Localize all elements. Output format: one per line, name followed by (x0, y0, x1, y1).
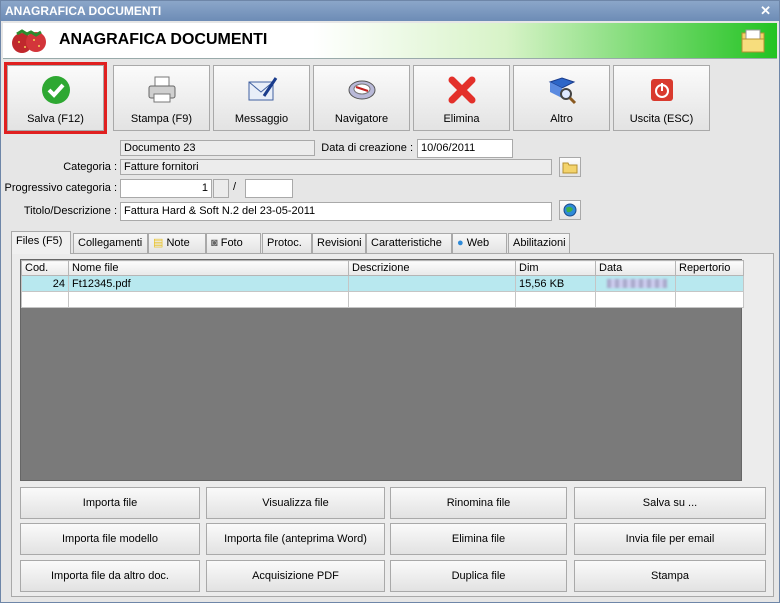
book-search-icon (548, 77, 576, 105)
exit-label: Uscita (ESC) (629, 113, 694, 125)
column-header-descrizione[interactable]: Descrizione (348, 260, 516, 276)
column-header-data[interactable]: Data (595, 260, 676, 276)
grid-header-row: Cod. Nome file Descrizione Dim Data Repe… (21, 260, 744, 276)
title-description-field[interactable]: Fattura Hard & Soft N.2 del 23-05-2011 (120, 202, 552, 221)
tab-foto[interactable]: ◙ Foto (206, 233, 261, 253)
folder-open-icon (562, 162, 578, 174)
files-grid: Cod. Nome file Descrizione Dim Data Repe… (20, 259, 744, 481)
globe-link-button[interactable] (559, 200, 581, 220)
globe-icon: ● (457, 237, 464, 249)
save-label: Salva (F12) (27, 113, 84, 125)
globe-icon (563, 203, 577, 217)
print-button[interactable]: Stampa (F9) (113, 65, 210, 131)
empty-cell[interactable] (21, 291, 69, 308)
column-header-cod[interactable]: Cod. (21, 260, 69, 276)
document-name-field: Documento 23 (120, 140, 315, 156)
empty-cell[interactable] (515, 291, 596, 308)
tab-web[interactable]: ● Web (452, 233, 507, 253)
print-file-button[interactable]: Stampa (574, 560, 766, 592)
acquire-pdf-button[interactable]: Acquisizione PDF (206, 560, 385, 592)
close-icon[interactable]: ✕ (760, 1, 771, 21)
tab-abilitazioni[interactable]: Abilitazioni (508, 233, 570, 253)
progressive-separator: / (233, 181, 237, 193)
creation-date-label: Data di creazione : (321, 142, 413, 154)
strawberry-logo-icon (12, 29, 46, 53)
files-panel: Cod. Nome file Descrizione Dim Data Repe… (11, 253, 774, 597)
message-label: Messaggio (234, 113, 289, 125)
printer-icon (148, 76, 175, 103)
cell-repertorio[interactable] (675, 275, 744, 292)
title-bar: ANAGRAFICA DOCUMENTI ✕ (1, 1, 779, 21)
delete-label: Elimina (443, 113, 480, 125)
folder-icon (741, 29, 765, 53)
tab-note[interactable]: ▤ Note (148, 233, 206, 253)
column-header-repertorio[interactable]: Repertorio (675, 260, 744, 276)
tab-foto-label: Foto (220, 237, 243, 249)
progressive-total-field[interactable] (245, 179, 293, 198)
tab-note-label: Note (166, 237, 190, 249)
page-title: ANAGRAFICA DOCUMENTI (59, 31, 268, 48)
category-label: Categoria : (63, 161, 117, 173)
toolbar: Salva (F12) Stampa (F9) Messaggio Naviga… (1, 62, 780, 134)
import-template-button[interactable]: Importa file modello (20, 523, 200, 555)
tab-revisioni[interactable]: Revisioni (312, 233, 366, 253)
duplicate-file-button[interactable]: Duplica file (390, 560, 567, 592)
navigator-label: Navigatore (334, 113, 389, 125)
empty-cell[interactable] (348, 291, 516, 308)
tab-files[interactable]: Files (F5) (11, 231, 71, 254)
delete-icon (448, 76, 475, 104)
save-to-button[interactable]: Salva su ... (574, 487, 766, 519)
progressive-category-label: Progressivo categoria : (4, 182, 118, 194)
window-title: ANAGRAFICA DOCUMENTI (5, 4, 162, 18)
exit-icon (650, 79, 673, 101)
table-row-empty[interactable] (21, 291, 744, 308)
camera-icon: ◙ (211, 237, 218, 249)
column-header-nome-file[interactable]: Nome file (68, 260, 349, 276)
empty-cell[interactable] (595, 291, 676, 308)
main-window: ANAGRAFICA DOCUMENTI ✕ ANAGRAFICA DOCUME… (0, 0, 780, 603)
category-folder-button[interactable] (559, 157, 581, 177)
more-label: Altro (550, 113, 573, 125)
message-button[interactable]: Messaggio (213, 65, 310, 131)
header-banner: ANAGRAFICA DOCUMENTI (3, 23, 777, 59)
title-description-label: Titolo/Descrizione : (23, 205, 117, 217)
delete-file-button[interactable]: Elimina file (390, 523, 567, 555)
tab-bar: Files (F5) Collegamenti ▤ Note ◙ Foto Pr… (11, 231, 771, 254)
table-row[interactable]: 24 Ft12345.pdf 15,56 KB (21, 275, 744, 292)
compass-icon (348, 80, 375, 100)
redacted-date (607, 279, 667, 289)
import-word-preview-button[interactable]: Importa file (anteprima Word) (206, 523, 385, 555)
progressive-spinner[interactable] (213, 179, 229, 198)
mail-icon (248, 77, 277, 101)
save-button[interactable]: Salva (F12) (4, 62, 107, 134)
column-header-dim[interactable]: Dim (515, 260, 596, 276)
navigator-button[interactable]: Navigatore (313, 65, 410, 131)
import-from-other-doc-button[interactable]: Importa file da altro doc. (20, 560, 200, 592)
empty-cell[interactable] (68, 291, 349, 308)
tab-web-label: Web (466, 237, 490, 249)
category-field[interactable]: Fatture fornitori (120, 159, 552, 175)
creation-date-field[interactable]: 10/06/2011 (417, 139, 513, 158)
tab-protoc[interactable]: Protoc. (262, 233, 312, 253)
check-icon (41, 76, 70, 104)
cell-descrizione[interactable] (348, 275, 516, 292)
cell-nome-file[interactable]: Ft12345.pdf (68, 275, 349, 292)
rename-file-button[interactable]: Rinomina file (390, 487, 567, 519)
delete-button[interactable]: Elimina (413, 65, 510, 131)
empty-cell[interactable] (675, 291, 744, 308)
email-file-button[interactable]: Invia file per email (574, 523, 766, 555)
progressive-number-field[interactable]: 1 (120, 179, 212, 198)
view-file-button[interactable]: Visualizza file (206, 487, 385, 519)
import-file-button[interactable]: Importa file (20, 487, 200, 519)
cell-dim[interactable]: 15,56 KB (515, 275, 596, 292)
print-label: Stampa (F9) (130, 113, 193, 125)
note-icon: ▤ (153, 237, 164, 249)
cell-data[interactable] (595, 275, 676, 292)
tab-caratteristiche[interactable]: Caratteristiche (366, 233, 452, 253)
exit-button[interactable]: Uscita (ESC) (613, 65, 710, 131)
more-button[interactable]: Altro (513, 65, 610, 131)
cell-cod[interactable]: 24 (21, 275, 69, 292)
tab-collegamenti[interactable]: Collegamenti (73, 233, 148, 253)
